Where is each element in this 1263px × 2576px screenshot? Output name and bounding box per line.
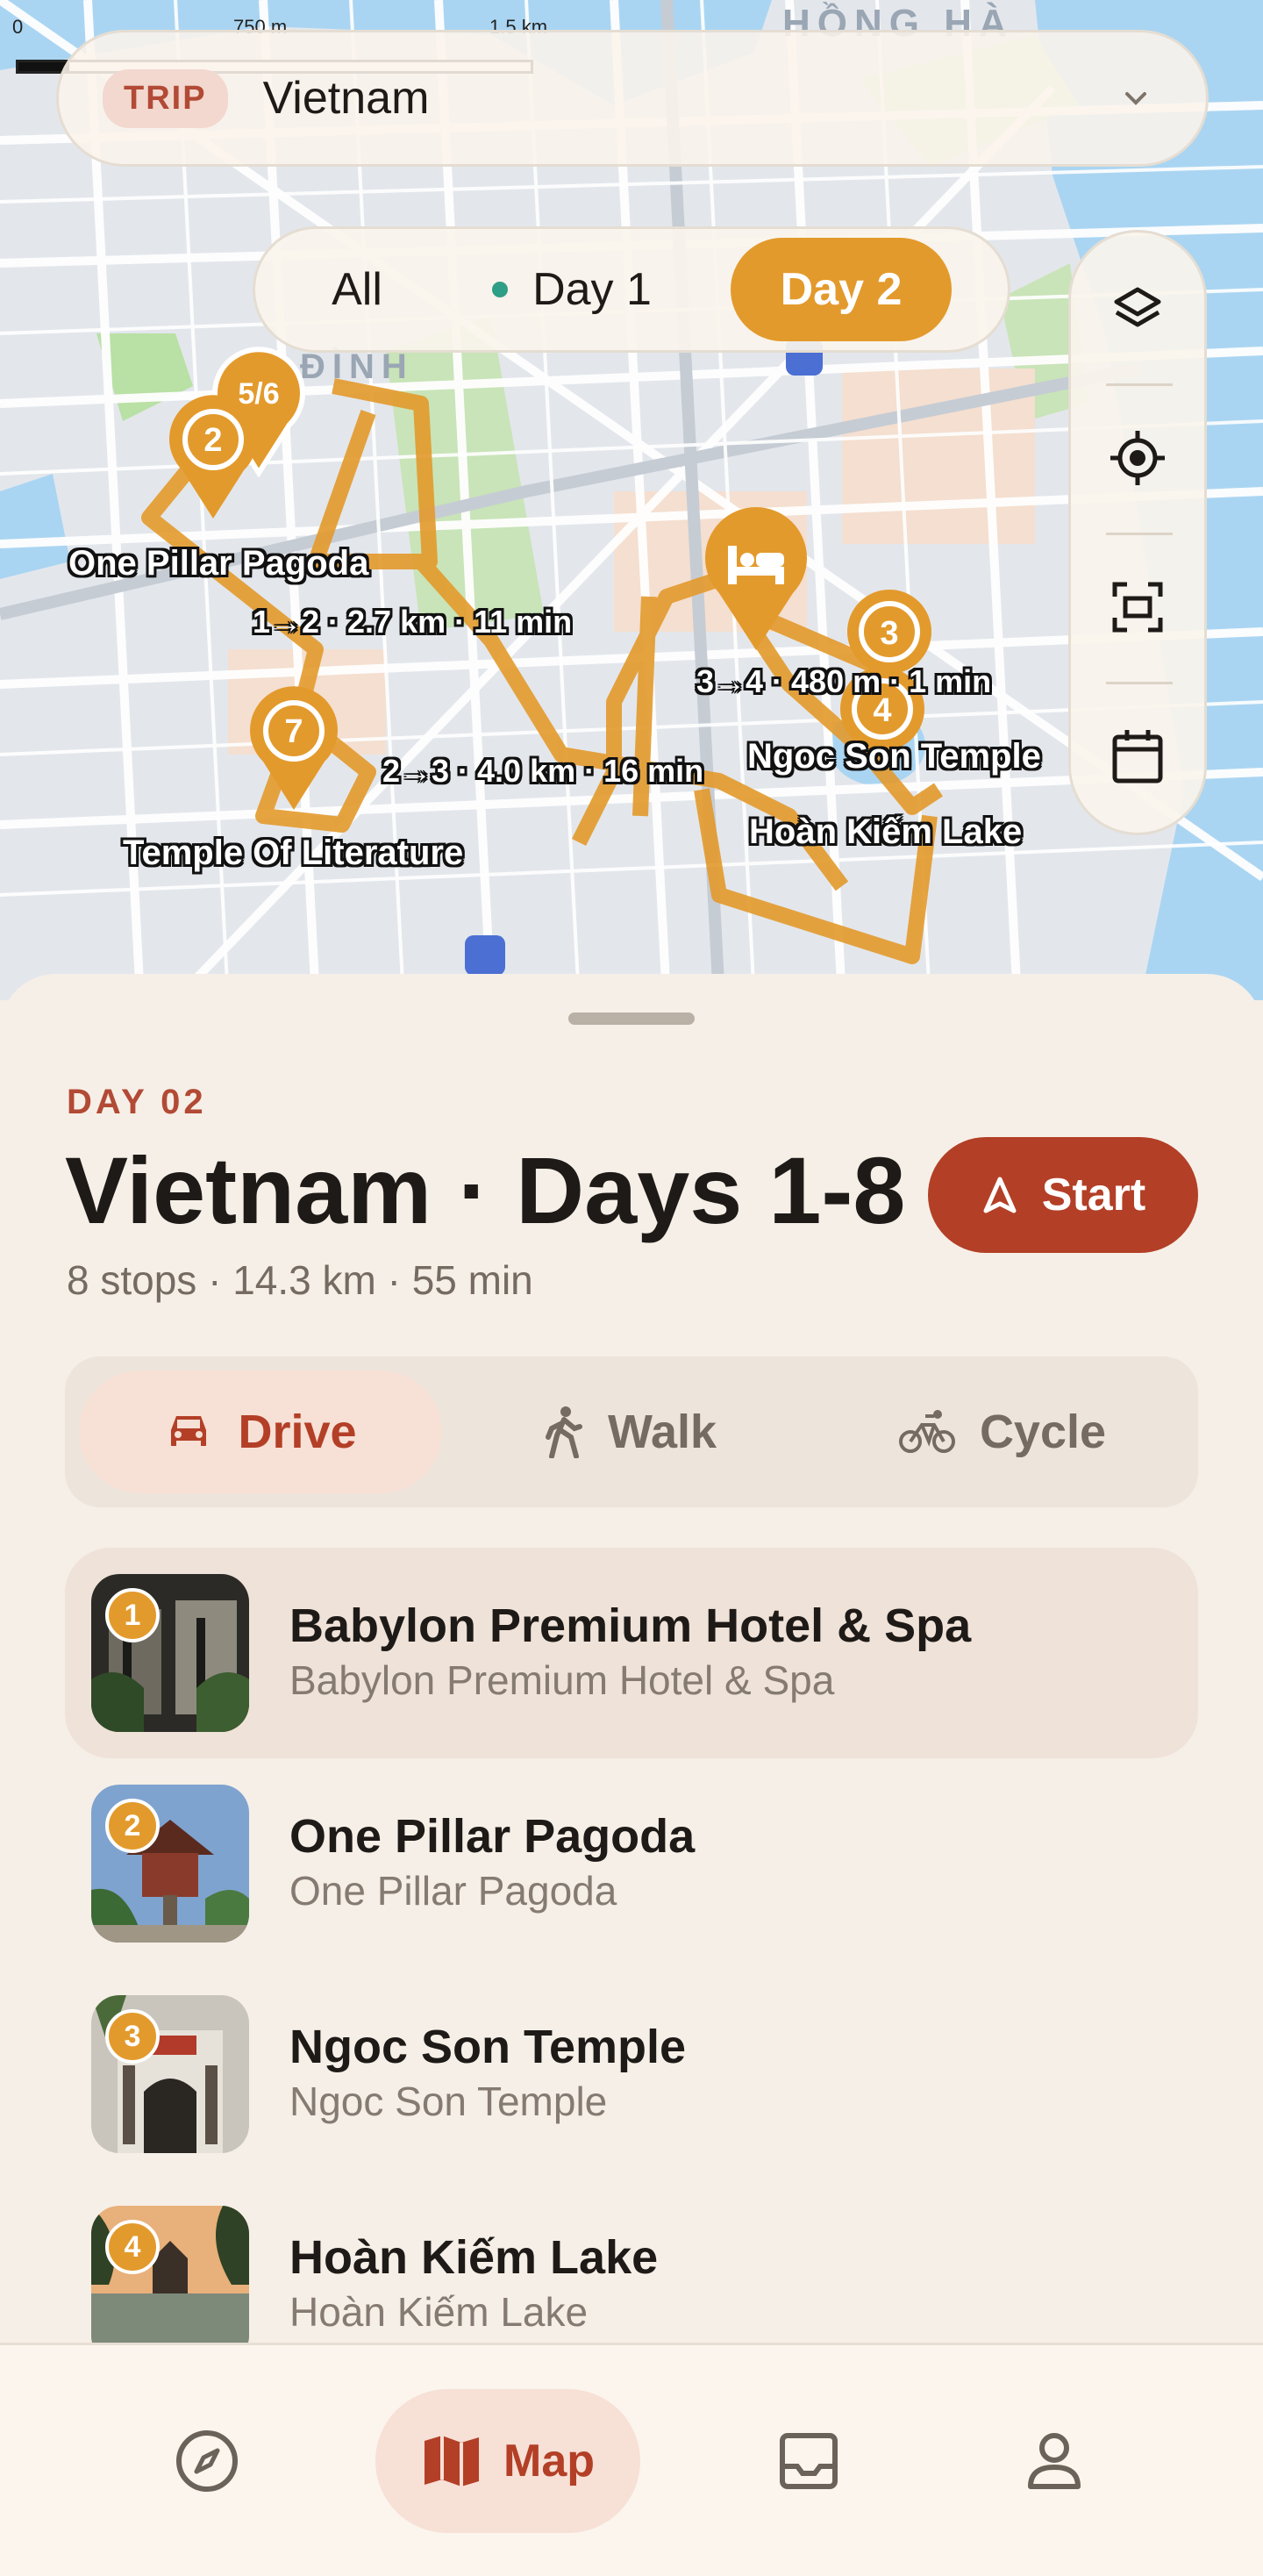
layers-button[interactable]	[1071, 234, 1204, 383]
map-label-one-pillar-pagoda: One Pillar Pagoda	[68, 544, 369, 583]
stop-subtitle: Ngoc Son Temple	[289, 2079, 608, 2124]
map-icon	[425, 2436, 479, 2487]
map-label-hoan-kiem-lake: Hoàn Kiếm Lake	[749, 812, 1023, 851]
map-label-ngoc-son-temple: Ngoc Son Temple	[747, 737, 1041, 776]
nav-profile[interactable]	[1002, 2389, 1107, 2533]
itinerary-sheet: DAY 02 Vietnam · Days 1-8 Start 8 stops …	[0, 974, 1263, 2576]
nav-inbox[interactable]	[756, 2389, 861, 2533]
map-pin-7[interactable]: 7	[246, 683, 342, 819]
bicycle-icon	[898, 1410, 955, 1453]
stop-subtitle: Babylon Premium Hotel & Spa	[289, 1657, 835, 1703]
crosshair-icon	[1110, 431, 1165, 485]
day-label: DAY 02	[67, 1083, 207, 1121]
start-button-label: Start	[1041, 1170, 1146, 1220]
sheet-drag-handle[interactable]	[568, 1013, 695, 1025]
scale-tick-0: 0	[12, 16, 24, 38]
stop-name: Hoàn Kiếm Lake	[289, 2231, 659, 2284]
mode-drive[interactable]: Drive	[79, 1370, 442, 1493]
car-icon	[171, 1416, 207, 1446]
day-1-dot	[492, 282, 509, 297]
nav-explore[interactable]	[154, 2389, 260, 2533]
calendar-button[interactable]	[1071, 682, 1204, 831]
stop-subtitle: Hoàn Kiếm Lake	[289, 2289, 589, 2335]
trip-name: Vietnam	[262, 73, 430, 124]
svg-text:7: 7	[284, 713, 303, 750]
day-filter-bar: All Day 1 Day 2	[253, 226, 1010, 353]
nav-map[interactable]: Map	[375, 2389, 640, 2533]
itinerary-title: Vietnam · Days 1-8	[65, 1137, 906, 1243]
navigation-arrow-icon	[983, 1177, 1017, 1213]
segment-label-1-2: 1→2 · 2.7 km · 11 min	[253, 604, 573, 640]
fit-bounds-icon	[1112, 582, 1163, 633]
walk-icon	[545, 1406, 582, 1458]
stop-subtitle: One Pillar Pagoda	[289, 1868, 617, 1914]
bottom-navigation: Map	[0, 2343, 1263, 2576]
segment-label-3-4: 3→4 · 480 m · 1 min	[696, 663, 992, 699]
filter-day-1[interactable]: Day 1	[445, 238, 699, 341]
start-button[interactable]: Start	[928, 1137, 1198, 1253]
district-label-dinh: ĐÌNH	[300, 347, 414, 386]
chevron-down-icon	[1125, 92, 1146, 105]
filter-day-2[interactable]: Day 2	[731, 238, 952, 341]
map-view[interactable]: 0 750 m 1.5 km HỒNG HÀ ĐÌNH 5/6 2 3 4 7 …	[0, 0, 1263, 1000]
map-pin-hotel[interactable]	[702, 505, 810, 659]
stop-item-2[interactable]: 2 One Pillar Pagoda One Pillar Pagoda	[65, 1758, 1198, 1969]
trip-badge: TRIP	[103, 68, 228, 128]
user-icon	[1028, 2433, 1081, 2489]
inbox-icon	[780, 2433, 838, 2489]
fit-route-button[interactable]	[1071, 533, 1204, 682]
mode-walk-label: Walk	[607, 1406, 717, 1458]
stop-number-badge: 1	[105, 1588, 160, 1642]
stop-name: One Pillar Pagoda	[289, 1810, 696, 1863]
itinerary-summary: 8 stops · 14.3 km · 55 min	[67, 1257, 533, 1303]
stop-number-badge: 2	[105, 1799, 160, 1853]
stop-name: Ngoc Son Temple	[289, 2021, 687, 2073]
compass-icon	[176, 2430, 238, 2492]
locate-button[interactable]	[1071, 383, 1204, 533]
layers-icon	[1114, 287, 1161, 327]
map-label-temple-of-literature: Temple Of Literature	[123, 834, 464, 872]
segment-label-2-3: 2→3 · 4.0 km · 16 min	[382, 753, 704, 789]
map-pin-2[interactable]: 2	[165, 391, 261, 527]
calendar-icon	[1112, 730, 1163, 784]
mode-drive-label: Drive	[238, 1406, 357, 1458]
travel-mode-selector: Drive Walk Cycle	[65, 1356, 1198, 1507]
stop-item-3[interactable]: 3 Ngoc Son Temple Ngoc Son Temple	[65, 1969, 1198, 2179]
filter-all[interactable]: All	[269, 238, 445, 341]
stop-name: Babylon Premium Hotel & Spa	[289, 1599, 972, 1652]
filter-day-1-label: Day 1	[532, 264, 652, 315]
stops-list: 1 Babylon Premium Hotel & Spa Babylon Pr…	[65, 1548, 1198, 2390]
stop-number-badge: 4	[105, 2220, 160, 2274]
nav-map-label: Map	[503, 2436, 595, 2487]
svg-text:2: 2	[203, 422, 222, 459]
stop-item-1[interactable]: 1 Babylon Premium Hotel & Spa Babylon Pr…	[65, 1548, 1198, 1758]
svg-text:3: 3	[880, 615, 898, 652]
map-controls	[1068, 230, 1207, 835]
mode-cycle-label: Cycle	[979, 1406, 1107, 1458]
mode-cycle[interactable]: Cycle	[821, 1370, 1184, 1493]
stop-number-badge: 3	[105, 2009, 160, 2064]
trip-selector[interactable]: TRIP Vietnam	[56, 30, 1209, 167]
mode-walk[interactable]: Walk	[449, 1370, 812, 1493]
